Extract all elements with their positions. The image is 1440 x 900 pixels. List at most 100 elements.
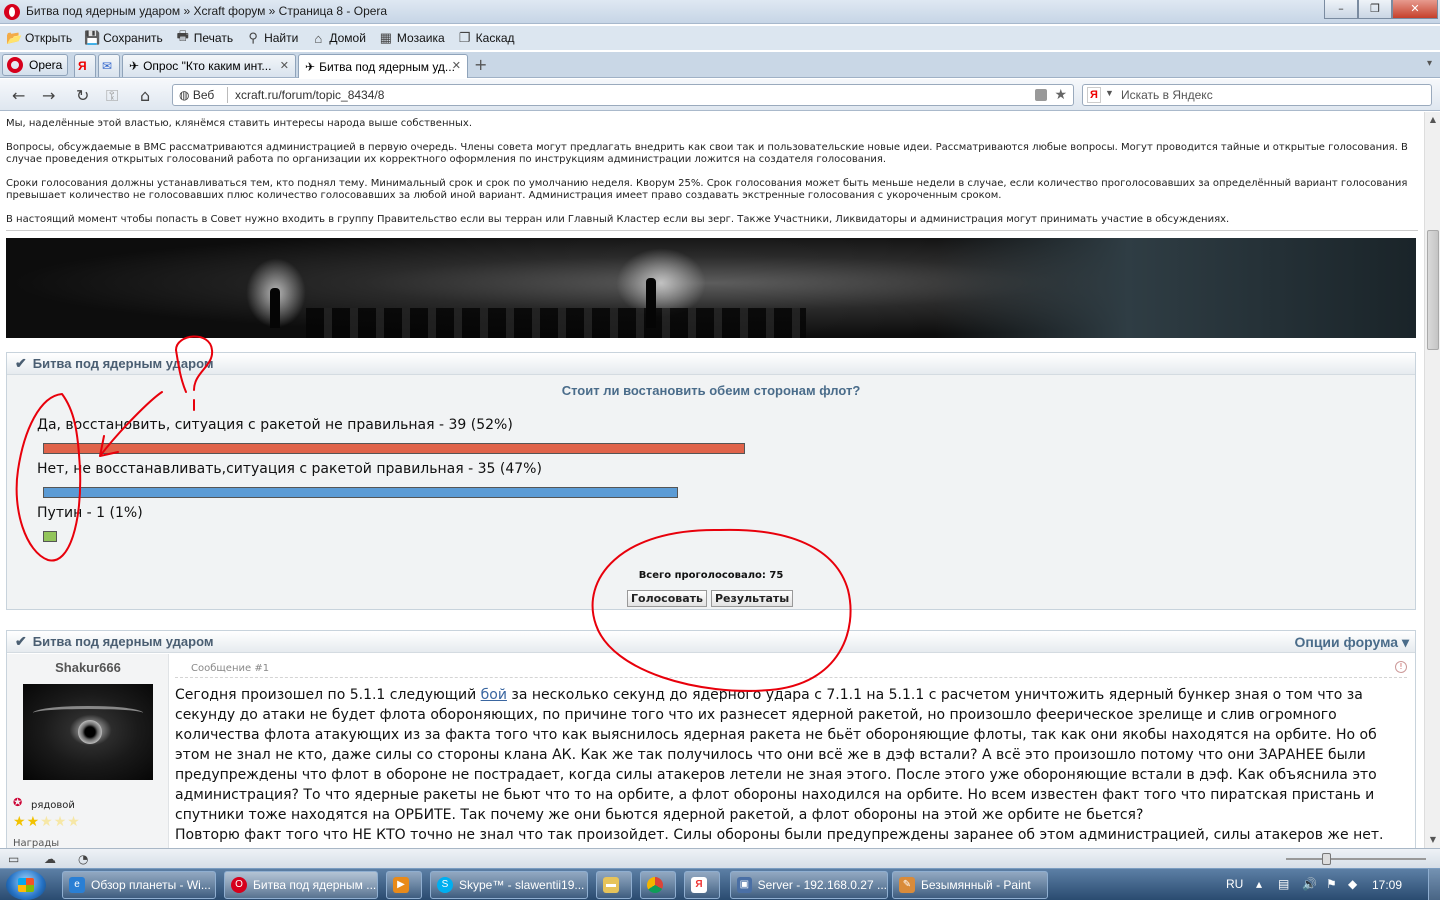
language-indicator[interactable]: RU — [1226, 877, 1243, 891]
forum-options-menu[interactable]: Опции форума ▾ — [1294, 634, 1409, 651]
poll-topic-title: Битва под ядерным ударом — [32, 356, 214, 371]
poll-option-label: Путин - 1 (1%) — [37, 505, 143, 521]
taskbar-item[interactable]: ▶ — [386, 871, 422, 899]
url-field[interactable]: ◍ Веб xcraft.ru/forum/topic_8434/8 ★ — [172, 84, 1074, 106]
results-button[interactable]: Результаты — [710, 590, 794, 607]
search-engine-dropdown-icon[interactable]: ▼ — [1105, 88, 1114, 98]
menu-save[interactable]: 💾 Сохранить — [84, 30, 163, 46]
chrome-icon — [647, 877, 663, 893]
flag-icon[interactable]: ⚑ — [1326, 877, 1337, 891]
taskbar-item[interactable]: S Skype™ - slawentii19... — [430, 871, 588, 899]
new-tab-button[interactable]: + — [474, 55, 487, 74]
volume-icon[interactable]: 🔊 — [1302, 877, 1317, 891]
tab-close-icon[interactable]: ✕ — [452, 59, 461, 72]
windows-taskbar: e Обзор планеты - Wi... O Битва под ядерны… — [0, 868, 1440, 900]
tab-nuclear-battle[interactable]: ✈ Битва под ядерным уд... ✕ — [298, 54, 468, 78]
remote-desktop-icon: ▣ — [737, 877, 752, 893]
taskbar-item[interactable] — [640, 871, 676, 899]
opera-icon: O — [231, 877, 247, 893]
network-icon[interactable]: ▤ — [1278, 877, 1289, 891]
reload-icon[interactable]: ↻ — [76, 86, 89, 105]
menu-print[interactable]: 🖶 Печать — [175, 27, 233, 49]
tab-list-icon[interactable]: ▾ — [1427, 58, 1432, 69]
star-icon: ★ — [13, 814, 27, 830]
start-button[interactable] — [6, 870, 46, 900]
taskbar-item[interactable]: ▬ — [596, 871, 632, 899]
scroll-up-icon[interactable]: ▲ — [1426, 112, 1440, 128]
back-icon[interactable]: ← — [12, 86, 25, 105]
opera-logo-icon — [4, 4, 20, 20]
battle-link[interactable]: бой — [481, 687, 507, 703]
zoom-slider-thumb[interactable] — [1322, 853, 1331, 865]
forward-icon[interactable]: → — [42, 86, 55, 105]
system-tray: RU ▴ ▤ 🔊 ⚑ ◆ 17:09 — [1222, 869, 1440, 900]
avatar[interactable] — [23, 684, 153, 780]
poll-question: Стоит ли востановить обеим сторонам флот… — [561, 383, 861, 398]
author-name[interactable]: Shakur666 — [7, 660, 169, 675]
yandex-tab-icon[interactable]: Я — [74, 54, 96, 77]
yandex-icon: Я — [78, 59, 87, 73]
xcraft-favicon-icon: ✈ — [129, 59, 140, 73]
check-icon: ✔ — [15, 355, 27, 371]
mail-tab-icon[interactable]: ✉ — [98, 54, 120, 77]
council-rules-text: Мы, наделённые этой властью, клянёмся ст… — [6, 118, 1418, 238]
menu-tile[interactable]: ▦ Мозаика — [378, 30, 445, 46]
menu-home[interactable]: ⌂ Домой — [310, 31, 366, 46]
poll-result-bar — [43, 531, 57, 542]
rss-icon[interactable] — [1035, 89, 1047, 101]
opera-menu-button[interactable]: Opera — [2, 54, 68, 76]
clock[interactable]: 17:09 — [1372, 878, 1402, 892]
star-icon: ★ — [67, 814, 81, 830]
rules-paragraph: Вопросы, обсуждаемые в ВМС рассматривают… — [6, 142, 1408, 165]
panels-icon[interactable]: ▭ — [8, 852, 19, 866]
poll-header: ✔ Битва под ядерным ударом — [7, 353, 1415, 375]
page-content: Мы, наделённые этой властью, клянёмся ст… — [0, 112, 1424, 848]
star-icon: ★ — [40, 814, 54, 830]
maximize-button[interactable]: ❐ — [1358, 0, 1392, 19]
tab-close-icon[interactable]: ✕ — [280, 59, 289, 72]
menu-find[interactable]: ⚲ Найти — [245, 30, 298, 46]
minimize-button[interactable]: – — [1324, 0, 1358, 19]
forum-banner-image — [6, 238, 1416, 338]
poll-option-label: Нет, не восстанавливать,ситуация с ракет… — [37, 461, 542, 477]
menu-open[interactable]: 📂 Открыть — [6, 30, 72, 46]
folder-icon: ▬ — [603, 877, 619, 893]
close-button[interactable]: ✕ — [1392, 0, 1438, 19]
menu-cascade[interactable]: ❐ Каскад — [457, 30, 515, 46]
taskbar-item[interactable]: Я — [684, 871, 720, 899]
wand-icon[interactable]: ⚿ — [106, 86, 118, 106]
taskbar-item[interactable]: ✎ Безымянный - Paint — [892, 871, 1048, 899]
unite-icon[interactable]: ☁ — [44, 852, 56, 866]
tab-poll[interactable]: ✈ Опрос "Кто каким инт... ✕ — [122, 54, 296, 77]
message-number[interactable]: Сообщение #1 — [191, 663, 269, 674]
bookmark-star-icon[interactable]: ★ — [1054, 86, 1067, 103]
search-placeholder: Искать в Яндекс — [1121, 88, 1213, 102]
home-icon[interactable]: ⌂ — [140, 86, 150, 105]
poll-option-label: Да, восстановить, ситуация с ракетой не … — [37, 417, 513, 433]
taskbar-item[interactable]: ▣ Server - 192.168.0.27 ... — [730, 871, 888, 899]
rules-paragraph: Сроки голосования должны устанавливаться… — [6, 178, 1408, 201]
scroll-thumb[interactable] — [1427, 230, 1439, 350]
poll-result-bar — [43, 487, 678, 498]
mail-icon: ✉ — [102, 59, 113, 73]
vote-button[interactable]: Голосовать — [627, 590, 707, 607]
tray-app-icon[interactable]: ◆ — [1348, 877, 1357, 891]
taskbar-item[interactable]: O Битва под ядерным ... — [224, 871, 378, 899]
page-scrollbar[interactable]: ▲ ▼ — [1424, 112, 1440, 848]
poll-result-bar — [43, 443, 745, 454]
url-text: xcraft.ru/forum/topic_8434/8 — [235, 88, 385, 102]
opera-icon — [7, 57, 23, 73]
zoom-slider[interactable] — [1286, 858, 1426, 860]
show-hidden-icons-icon[interactable]: ▴ — [1256, 877, 1262, 891]
taskbar-item[interactable]: e Обзор планеты - Wi... — [62, 871, 216, 899]
report-icon[interactable]: ! — [1395, 661, 1407, 673]
globe-icon: ◍ — [179, 88, 190, 102]
speed-dial-icon[interactable]: ◔ — [78, 852, 88, 866]
skype-icon: S — [437, 877, 453, 893]
awards-label: Награды — [13, 838, 60, 848]
window-title: Битва под ядерным ударом » Xcraft форум … — [26, 4, 388, 18]
show-desktop-button[interactable] — [1428, 869, 1440, 900]
title-bar: Битва под ядерным ударом » Xcraft форум … — [0, 0, 1440, 24]
scroll-down-icon[interactable]: ▼ — [1426, 832, 1440, 848]
search-field[interactable]: Я ▼ Искать в Яндекс — [1082, 84, 1432, 106]
